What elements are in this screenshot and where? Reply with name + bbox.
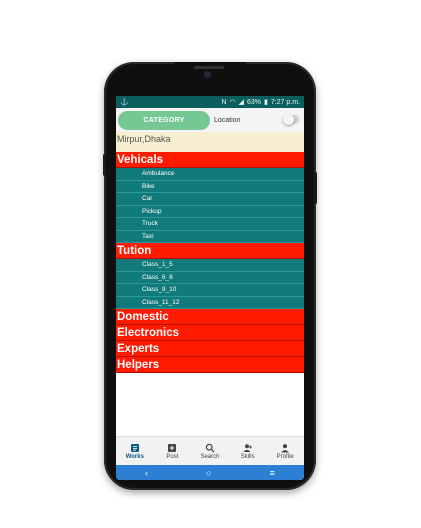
menu-icon[interactable]: ≡ [270, 468, 275, 478]
subcategory-item[interactable]: Ambulance [116, 168, 304, 181]
nav-profile-label: Profile [276, 453, 294, 460]
subcategory-item[interactable]: Class_6_8 [116, 271, 304, 284]
category-header-vehicals[interactable]: Vehicals [116, 152, 304, 168]
works-icon [130, 443, 139, 452]
category-header-domestic[interactable]: Domestic [116, 309, 304, 325]
profile-icon [281, 443, 290, 452]
location-toggle[interactable] [283, 114, 299, 125]
subcategory-item[interactable]: Taxi [116, 230, 304, 243]
wifi-icon: ◠ [229, 99, 236, 106]
category-header-experts[interactable]: Experts [116, 341, 304, 357]
signal-icon: ◢ [238, 99, 244, 106]
system-nav-bar: ‹ ○ ≡ [116, 465, 304, 480]
nav-post-label: Post [166, 453, 179, 460]
nav-skills[interactable]: Skills [233, 443, 263, 460]
subcategory-item[interactable]: Bike [116, 180, 304, 193]
nav-works[interactable]: Works [120, 443, 150, 460]
nav-works-label: Works [125, 453, 144, 460]
location-text: Mirpur,Dhaka [117, 134, 171, 144]
nav-profile[interactable]: Profile [270, 443, 300, 460]
power-button [314, 172, 317, 204]
home-icon[interactable]: ○ [206, 468, 211, 478]
subcategory-item[interactable]: Truck [116, 218, 304, 231]
phone-frame: ⚓ N ◠ ◢ 63% ▮ 7:27 p.m. CATEGORY Locatio… [103, 62, 317, 490]
nav-search-label: Search [200, 453, 220, 460]
phone-notch [174, 62, 246, 84]
back-icon[interactable]: ‹ [145, 468, 148, 478]
camera-icon [204, 71, 211, 78]
top-bar: CATEGORY Location [116, 108, 304, 132]
bottom-nav: Works Post Search Skills Profile [116, 436, 304, 465]
toggle-knob [283, 114, 294, 125]
category-header-tution[interactable]: Tution [116, 243, 304, 259]
category-button[interactable]: CATEGORY [118, 110, 210, 130]
battery-icon: ▮ [263, 99, 268, 106]
subcategory-item[interactable]: Car [116, 193, 304, 206]
subcategory-item[interactable]: Pickup [116, 205, 304, 218]
battery-level: 63% [246, 98, 261, 106]
subcategory-item[interactable]: Class_1_5 [116, 259, 304, 272]
nav-skills-label: Skills [240, 453, 255, 460]
location-bar: Mirpur,Dhaka [116, 132, 304, 152]
category-list: Vehicals Ambulance Bike Car Pickup Truck Taxi T… [116, 152, 304, 373]
category-header-electronics[interactable]: Electronics [116, 325, 304, 341]
nfc-icon: N [221, 98, 227, 106]
android-debug-icon: ⚓ [120, 99, 129, 106]
app-screen: ⚓ N ◠ ◢ 63% ▮ 7:27 p.m. CATEGORY Locatio… [116, 96, 304, 480]
post-icon [168, 443, 177, 452]
skills-icon [243, 443, 252, 452]
location-label: Location [214, 116, 241, 124]
status-right: N ◠ ◢ 63% ▮ 7:27 p.m. [221, 98, 300, 107]
nav-search[interactable]: Search [195, 443, 225, 460]
category-header-helpers[interactable]: Helpers [116, 357, 304, 373]
subcategory-item[interactable]: Class_11_12 [116, 296, 304, 309]
volume-button [103, 154, 106, 176]
search-icon [205, 443, 215, 452]
clock: 7:27 p.m. [270, 98, 300, 106]
nav-post[interactable]: Post [157, 443, 187, 460]
subcategory-item[interactable]: Class_9_10 [116, 284, 304, 297]
status-bar: ⚓ N ◠ ◢ 63% ▮ 7:27 p.m. [116, 96, 304, 108]
speaker-grille [194, 66, 224, 69]
